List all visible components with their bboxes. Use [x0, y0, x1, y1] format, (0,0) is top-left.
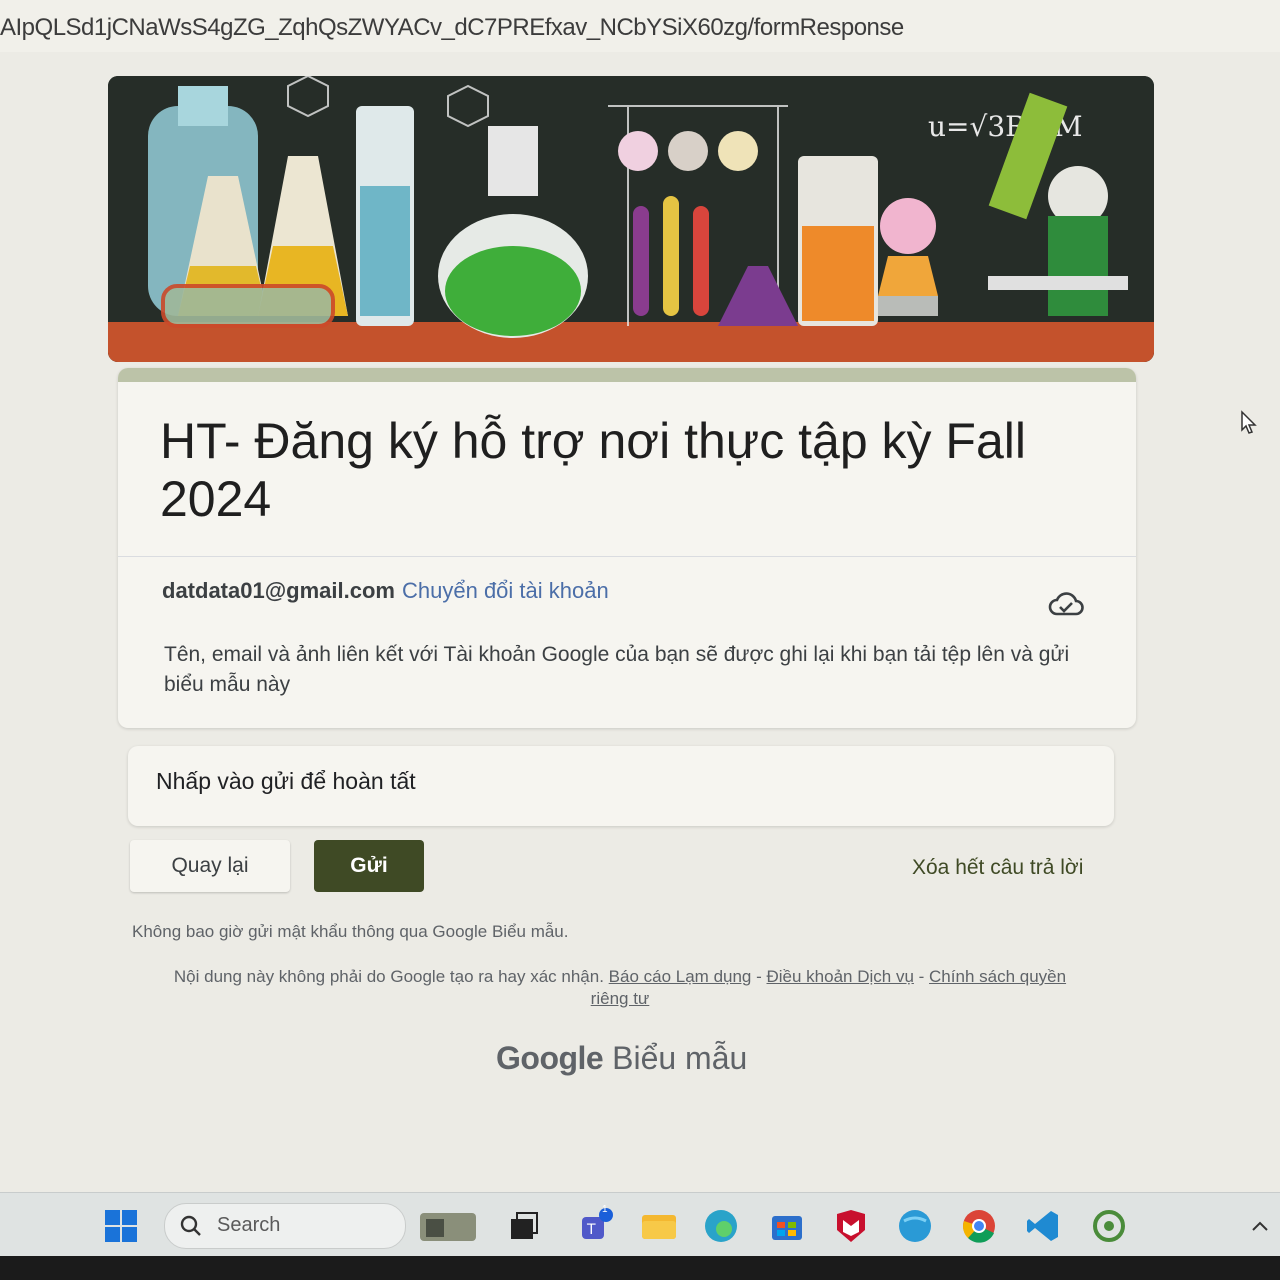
browser-address-bar[interactable]: AIpQLSd1jCNaWsS4gZG_ZqhQsZWYACv_dC7PREfx… — [0, 0, 1280, 53]
submit-prompt-card: Nhấp vào gửi để hoàn tất — [128, 746, 1114, 826]
url-text[interactable]: AIpQLSd1jCNaWsS4gZG_ZqhQsZWYACv_dC7PREfx… — [0, 14, 904, 42]
news-widget-icon[interactable] — [418, 1207, 478, 1245]
teams-icon[interactable]: T 1 — [578, 1204, 616, 1245]
submit-prompt-text: Nhấp vào gửi để hoàn tất — [156, 768, 416, 794]
account-email: datdata01@gmail.com — [162, 578, 395, 603]
report-abuse-link[interactable]: Báo cáo Lạm dụng — [609, 967, 752, 986]
back-button[interactable]: Quay lại — [130, 840, 290, 892]
submit-button[interactable]: Gửi — [314, 840, 424, 892]
header-divider — [118, 556, 1136, 557]
form-title: HT- Đăng ký hỗ trợ nơi thực tập kỳ Fall … — [160, 413, 1026, 527]
windows-start-icon[interactable] — [102, 1207, 140, 1245]
clear-form-button[interactable]: Xóa hết câu trả lời — [912, 856, 1083, 880]
title-accent-bar — [118, 368, 1136, 382]
password-warning: Không bao giờ gửi mật khẩu thông qua Goo… — [132, 922, 569, 941]
switch-account-link[interactable]: Chuyển đổi tài khoản — [402, 578, 609, 604]
chevron-up-icon[interactable] — [1248, 1207, 1272, 1245]
teams-badge-count: 1 — [602, 1204, 608, 1215]
taskbar-search[interactable]: Search — [164, 1203, 406, 1249]
mcafee-icon[interactable] — [832, 1207, 870, 1245]
terms-link[interactable]: Điều khoản Dịch vụ — [767, 967, 914, 986]
svg-text:T: T — [586, 1222, 596, 1238]
header-banner-image: u=√3RT/M — [108, 76, 1154, 362]
task-view-icon[interactable] — [505, 1207, 543, 1245]
mouse-pointer-icon — [1241, 410, 1257, 434]
form-page: u=√3RT/M HT- Đăng ký hỗ trợ nơi thực tập… — [0, 52, 1280, 1192]
chrome-browser-icon[interactable] — [960, 1207, 998, 1245]
footer-disclaimer: Nội dung này không phải do Google tạo ra… — [170, 966, 1070, 1010]
microsoft-store-icon[interactable] — [768, 1207, 806, 1245]
disclaimer-text: Nội dung này không phải do Google tạo ra… — [173, 967, 604, 986]
separator: - — [751, 967, 767, 986]
brand-google: Google — [496, 1040, 604, 1076]
file-explorer-icon[interactable] — [640, 1207, 678, 1245]
windows-taskbar: Search T 1 — [0, 1192, 1280, 1257]
cloud-saved-icon — [1048, 592, 1084, 616]
spotify-like-icon[interactable] — [1090, 1207, 1128, 1245]
globe-app-icon[interactable] — [896, 1207, 934, 1245]
form-header-card: HT- Đăng ký hỗ trợ nơi thực tập kỳ Fall … — [118, 368, 1136, 728]
screen-bezel — [0, 1256, 1280, 1280]
edge-browser-icon[interactable] — [702, 1207, 740, 1245]
search-label: Search — [217, 1214, 281, 1236]
separator: - — [913, 967, 930, 986]
search-icon — [180, 1215, 201, 1236]
vscode-icon[interactable] — [1024, 1207, 1062, 1245]
google-forms-logo[interactable]: Google Biểu mẫu — [496, 1040, 747, 1077]
brand-forms: Biểu mẫu — [612, 1040, 748, 1076]
data-collection-notice: Tên, email và ảnh liên kết với Tài khoản… — [164, 643, 1070, 696]
